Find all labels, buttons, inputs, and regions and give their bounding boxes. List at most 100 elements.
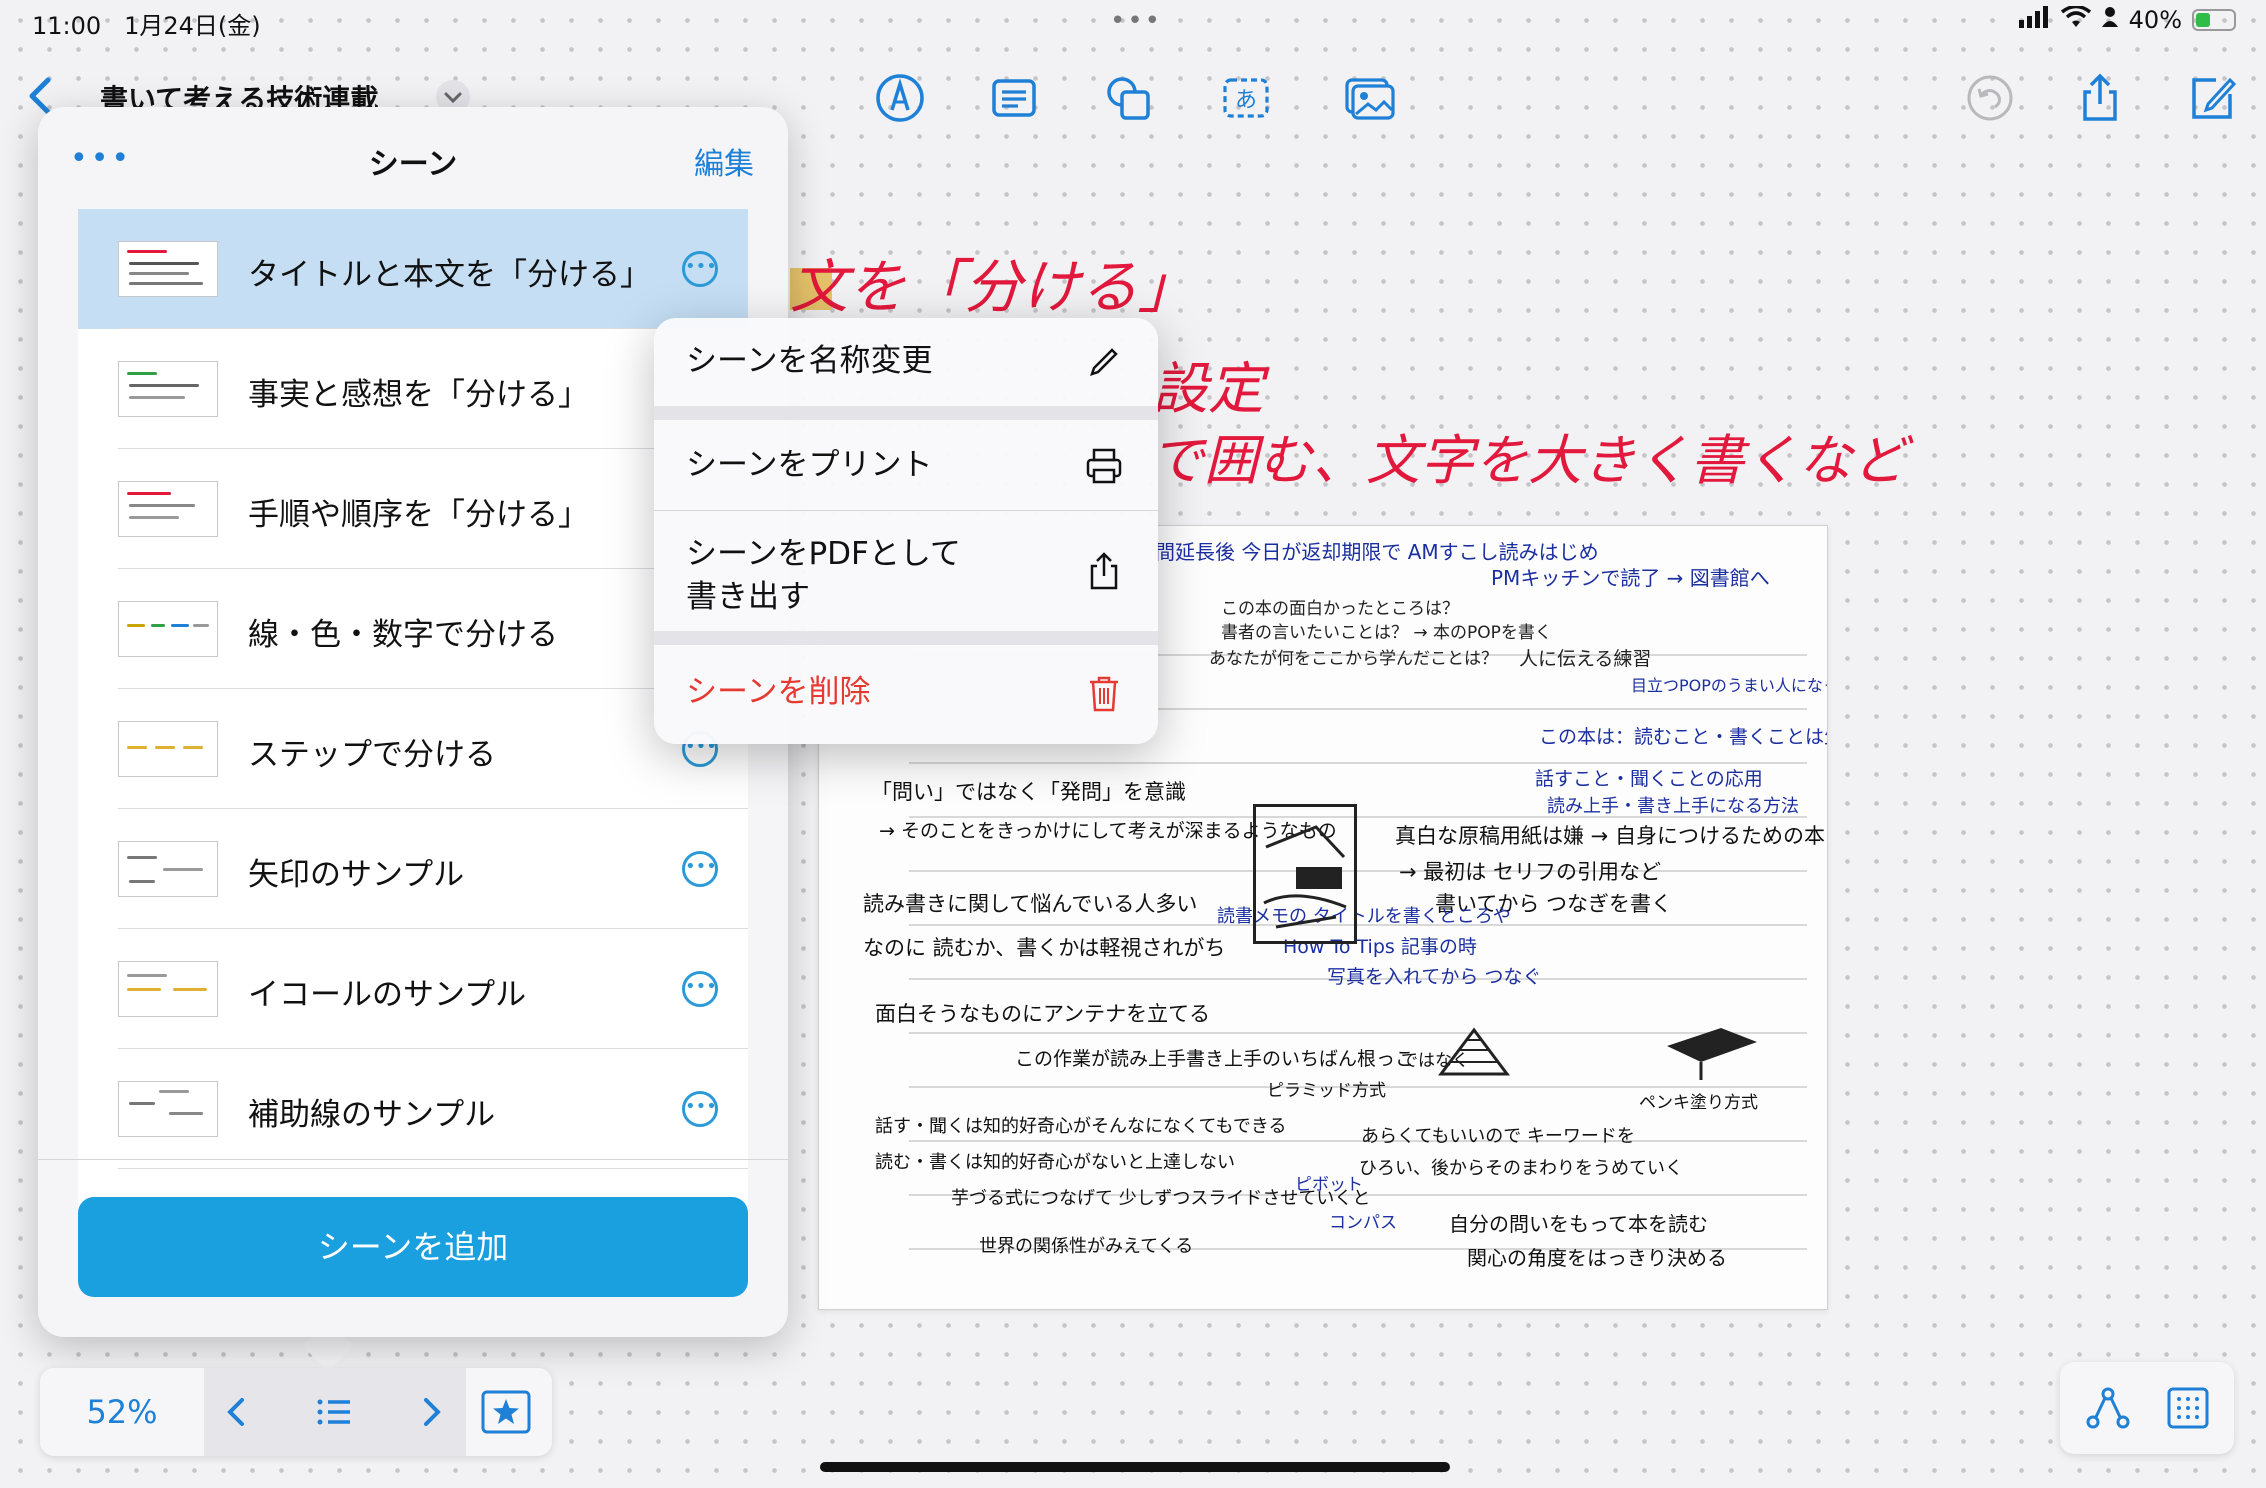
new-board-button[interactable] <box>2186 72 2238 124</box>
note-text: 読み上手・書き上手になる方法 <box>1547 796 1799 817</box>
scene-row[interactable]: イコールのサンプル ••• <box>78 929 748 1049</box>
menu-separator <box>654 631 1158 645</box>
text-box-button[interactable]: あ <box>1220 72 1272 124</box>
row-divider <box>118 1168 748 1169</box>
canvas-tools-bar <box>2060 1362 2234 1454</box>
scene-thumbnail <box>118 361 218 417</box>
pencil-icon <box>1084 342 1124 382</box>
list-icon <box>317 1399 350 1425</box>
note-text: 話すこと・聞くことの応用 <box>1535 768 1763 790</box>
scene-row[interactable]: 線・色・数字で分ける <box>78 569 748 689</box>
photo-button[interactable] <box>1344 72 1396 124</box>
compose-icon <box>2192 77 2237 119</box>
previous-scene-button[interactable] <box>212 1388 260 1436</box>
scene-row[interactable]: 補助線のサンプル ••• <box>78 1049 748 1169</box>
canvas-headline[interactable]: 文を「分ける」 <box>790 240 1196 324</box>
note-text: なのに 読むか、書くかは軽視されがち <box>863 936 1226 960</box>
clock-time: 11:00 <box>32 12 102 40</box>
menu-item-delete[interactable]: シーンを削除 <box>654 645 1158 744</box>
scene-label: ステップで分ける <box>248 737 496 773</box>
menu-item-label: シーンを名称変更 <box>686 343 933 379</box>
scene-row[interactable]: 矢印のサンプル ••• <box>78 809 748 929</box>
sticky-note-button[interactable] <box>988 72 1040 124</box>
note-text: この本は：読むこと・書くことは生き残る <box>1539 726 1827 748</box>
note-text: ひろい、後からそのまわりをうめていく <box>1359 1158 1683 1179</box>
share-icon <box>1084 551 1124 591</box>
scene-thumbnail <box>118 961 218 1017</box>
canvas-headline-3[interactable]: で囲む、文字を大きく書くなど <box>1150 416 1906 495</box>
scene-thumbnail <box>118 241 218 297</box>
scene-label: 矢印のサンプル <box>248 857 465 893</box>
edit-button[interactable]: 編集 <box>694 139 754 183</box>
note-text: 間延長後 今日が返却期限で AMすこし読みはじめ <box>1155 540 1599 564</box>
note-text: 真白な原稿用紙は嫌 → 自身につけるための本 <box>1395 824 1825 848</box>
note-text: PMキッチンで読了 → 図書館へ <box>1491 566 1770 590</box>
menu-separator <box>654 406 1158 420</box>
scene-thumbnail <box>118 841 218 897</box>
note-text: コンパス <box>1329 1213 1397 1233</box>
scene-thumbnail <box>118 601 218 657</box>
scene-row[interactable]: タイトルと本文を「分ける」 ••• <box>78 209 748 329</box>
scene-more-button[interactable]: ••• <box>682 971 718 1007</box>
scene-row[interactable]: 手順や順序を「分ける」 <box>78 449 748 569</box>
menu-item-label: シーンをPDFとして 書き出す <box>686 533 961 620</box>
status-time: 11:00 1月24日(金) <box>32 6 261 41</box>
status-indicators: 40% <box>2018 4 2236 34</box>
home-indicator[interactable] <box>820 1462 1450 1472</box>
person-icon <box>2101 6 2119 34</box>
menu-item-print[interactable]: シーンをプリント <box>654 420 1158 510</box>
note-text: ピラミッド方式 <box>1267 1081 1386 1101</box>
menu-item-export-pdf[interactable]: シーンをPDFとして 書き出す <box>654 511 1158 631</box>
star-frame-icon <box>481 1390 531 1434</box>
scene-row[interactable]: 事実と感想を「分ける」 <box>78 329 748 449</box>
scene-more-button[interactable]: ••• <box>682 1091 718 1127</box>
next-scene-button[interactable] <box>408 1388 456 1436</box>
scene-thumbnail <box>118 721 218 777</box>
note-text: 自分の問いをもって本を読む <box>1449 1212 1708 1236</box>
signal-icon <box>2018 6 2051 34</box>
note-text: 「問い」ではなく「発問」を意識 <box>871 780 1186 804</box>
battery-percent: 40% <box>2128 6 2182 34</box>
shapes-button[interactable] <box>1102 72 1154 124</box>
note-text: 読む・書くは知的好奇心がないと上達しない <box>875 1152 1235 1173</box>
footer-divider <box>38 1159 788 1160</box>
menu-item-label: シーンをプリント <box>686 447 933 483</box>
menu-item-label: シーンを削除 <box>686 674 871 710</box>
pen-tool-icon <box>876 74 924 122</box>
scene-more-button[interactable]: ••• <box>682 251 718 287</box>
zoom-level[interactable]: 52% <box>40 1368 204 1456</box>
note-text: 人に伝える練習 <box>1519 648 1652 670</box>
share-icon <box>2083 73 2117 121</box>
menu-item-label-line1: シーンをPDFとして <box>686 536 961 572</box>
pen-tool-button[interactable] <box>874 72 926 124</box>
connect-shapes-button[interactable] <box>2084 1384 2132 1432</box>
note-text: この本の面白かったところは？ <box>1221 599 1459 619</box>
note-text: 関心の角度をはっきり決める <box>1467 1246 1727 1270</box>
multitasking-dots[interactable]: ••• <box>1110 6 1162 36</box>
ruled-line <box>909 1140 1807 1142</box>
scene-label: 補助線のサンプル <box>248 1097 496 1133</box>
scene-label: イコールのサンプル <box>248 977 527 1013</box>
note-text: あらくてもいいので キーワードを <box>1361 1126 1635 1147</box>
menu-item-rename[interactable]: シーンを名称変更 <box>654 318 1158 406</box>
note-text: 面白そうなものにアンテナを立てる <box>875 1002 1211 1026</box>
chevron-left-icon <box>227 1398 244 1426</box>
scene-more-button[interactable]: ••• <box>682 851 718 887</box>
add-scene-shortcut-button[interactable] <box>480 1388 532 1436</box>
grid-button[interactable] <box>2164 1384 2212 1432</box>
scene-list[interactable]: タイトルと本文を「分ける」 ••• 事実と感想を「分ける」 手順や順序を「分ける… <box>78 209 748 1259</box>
grid-icon <box>2167 1387 2209 1429</box>
scene-thumbnail <box>118 1081 218 1137</box>
text-box-icon: あ <box>1223 78 1269 118</box>
share-button[interactable] <box>2074 72 2126 124</box>
undo-button[interactable] <box>1964 72 2016 124</box>
add-scene-button[interactable]: シーンを追加 <box>78 1197 748 1297</box>
scene-row[interactable]: ステップで分ける ••• <box>78 689 748 809</box>
battery-icon <box>2192 9 2236 31</box>
note-text: あなたが何をここから学んだことは？ <box>1209 649 1498 669</box>
canvas-headline-2[interactable]: 設定 <box>1152 344 1264 425</box>
paint-roller-sketch <box>1667 1028 1757 1080</box>
scene-list-button[interactable] <box>310 1388 358 1436</box>
status-bar: 11:00 1月24日(金) ••• 40% <box>0 0 2266 50</box>
scene-thumbnail <box>118 481 218 537</box>
